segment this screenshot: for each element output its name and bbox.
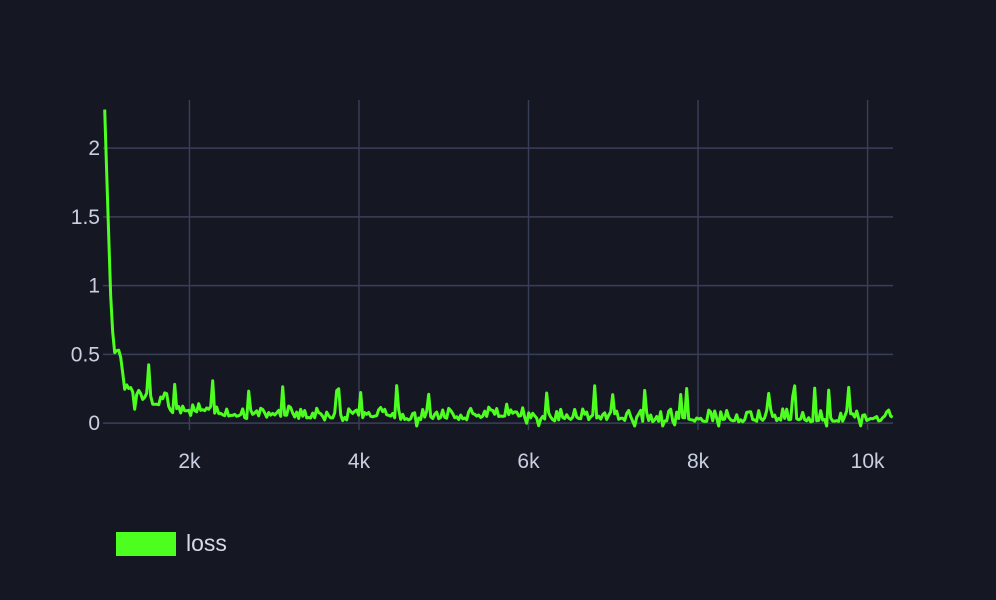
- y-tick-label: 1: [88, 275, 100, 298]
- y-tick-label: 0: [88, 412, 100, 435]
- series-line-loss: [103, 109, 894, 428]
- loss-chart: 0 0.5 1 1.5 2 2k 4k 6k 8k 10k: [71, 100, 894, 473]
- x-tick-label: 10k: [851, 450, 885, 473]
- y-tick-label: 1.5: [71, 206, 100, 229]
- x-tick-label: 6k: [517, 450, 540, 473]
- x-tick-label: 4k: [348, 450, 371, 473]
- x-axis-ticks: 2k 4k 6k 8k 10k: [178, 450, 885, 473]
- y-tick-label: 0.5: [71, 343, 100, 366]
- legend-label-loss: loss: [186, 530, 227, 556]
- x-tick-label: 2k: [178, 450, 201, 473]
- y-tick-label: 2: [88, 137, 100, 160]
- y-axis-ticks: 0 0.5 1 1.5 2: [71, 137, 100, 435]
- x-tick-label: 8k: [687, 450, 710, 473]
- grid-lines: [103, 100, 893, 430]
- legend: loss: [116, 530, 227, 557]
- legend-swatch-loss: [116, 531, 176, 556]
